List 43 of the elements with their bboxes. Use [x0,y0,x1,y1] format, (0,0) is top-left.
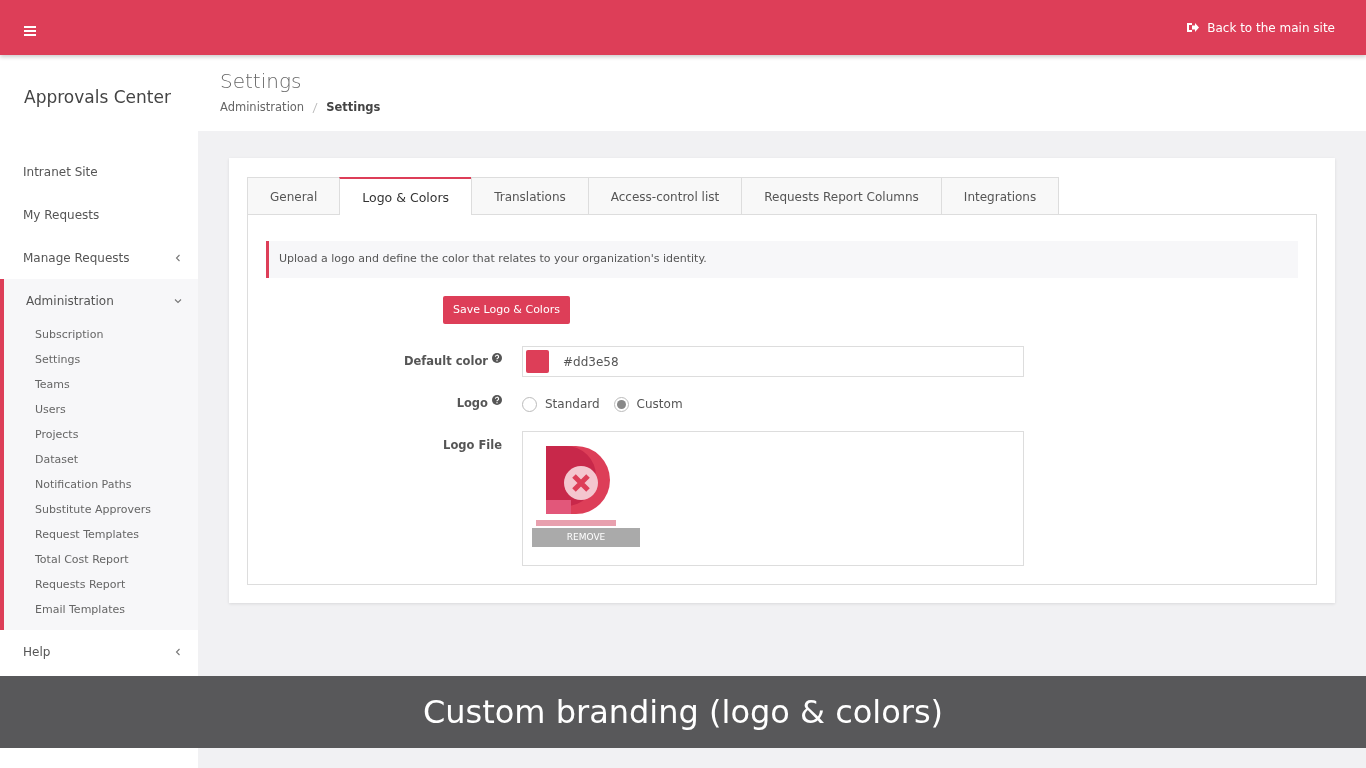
caption-banner: Custom branding (logo & colors) [0,676,1366,748]
sidebar-subitem[interactable]: Dataset [4,447,198,472]
tab[interactable]: General [247,177,341,214]
radio-button[interactable] [522,396,537,412]
radio-label: Custom [636,396,683,413]
sidebar-subitem[interactable]: Settings [4,347,198,372]
save-button[interactable]: Save Logo & Colors [443,295,570,324]
sidebar-subitem[interactable]: Projects [4,422,198,447]
tab[interactable]: Access-control list [587,177,743,214]
exit-icon [1186,22,1200,33]
field-label: Logo [456,395,488,413]
sidebar-subitem[interactable]: Email Templates [4,597,198,622]
tab[interactable]: Integrations [940,177,1060,214]
breadcrumb-current: Settings [326,99,381,116]
color-swatch[interactable] [526,350,549,373]
sidebar-subitem[interactable]: Requests Report [4,572,198,597]
hex-input[interactable]: #dd3e58 [561,351,861,372]
sidebar-item[interactable]: Manage Requests [0,236,198,279]
radio-button[interactable] [613,396,629,412]
sidebar-item[interactable]: Administration [4,279,198,322]
sidebar-subitem[interactable]: Notification Paths [4,472,198,497]
sidebar-subitem[interactable]: Subscription [4,322,198,347]
sidebar-subitem[interactable]: Total Cost Report [4,547,198,572]
tab[interactable]: Requests Report Columns [741,177,942,214]
sidebar-item[interactable]: Help [0,630,198,673]
sidebar-subitem[interactable]: Users [4,397,198,422]
sidebar-item[interactable]: Intranet Site [0,150,198,193]
info-notice: Upload a logo and define the color that relates to your organization's identity. [266,241,1298,278]
radio-label: Standard [545,396,600,413]
color-picker[interactable]: #dd3e58 [522,346,1024,377]
breadcrumb-link[interactable]: Administration [220,99,305,117]
tab[interactable]: Logo & Colors [339,177,473,215]
field-label: Default color [404,352,488,370]
sidebar-subitem[interactable]: Request Templates [4,522,198,547]
sidebar-subitem[interactable]: Teams [4,372,198,397]
field-label: Logo File [443,437,502,454]
page-title: Settings [220,69,303,93]
tab[interactable]: Translations [471,177,589,214]
breadcrumb-separator-icon [312,101,319,114]
app-title: Approvals Center [23,86,172,109]
sidebar-item[interactable]: My Requests [0,193,198,236]
sidebar-subitem[interactable]: Substitute Approvers [4,497,198,522]
back-link[interactable]: Back to the main site [1186,18,1335,37]
